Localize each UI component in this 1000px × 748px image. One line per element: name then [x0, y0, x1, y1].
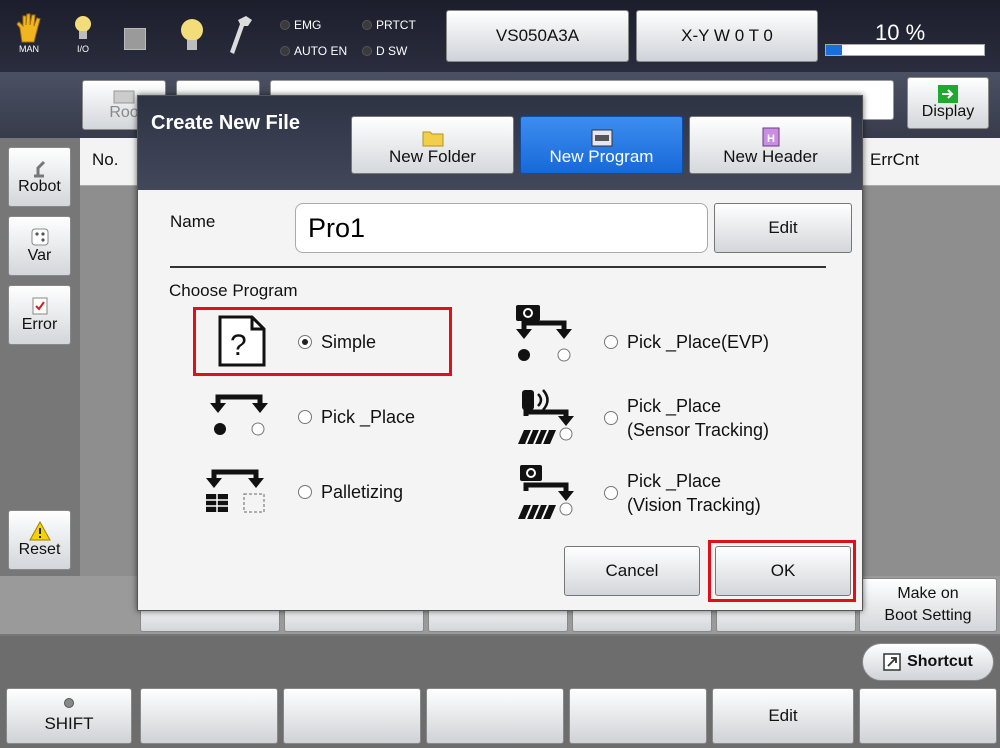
coordinate-button[interactable]: X-Y W 0 T 0	[636, 10, 818, 62]
name-edit-button[interactable]: Edit	[714, 203, 852, 253]
display-button[interactable]: Display	[907, 77, 989, 129]
highlight-simple	[193, 307, 452, 376]
status-bar: MAN I/O EMG PRTCT AUTO EN D SW VS050A3A …	[0, 0, 1000, 72]
dialog-header: Create New File New Folder New Program H…	[138, 96, 862, 190]
function-key-3[interactable]	[426, 688, 564, 744]
shortcut-button[interactable]: Shortcut	[862, 643, 994, 681]
ok-button[interactable]: OK	[715, 546, 851, 596]
column-errcnt[interactable]: ErrCnt	[870, 150, 919, 170]
tab-new-header[interactable]: H New Header	[689, 116, 852, 174]
lightbulb-icon	[75, 16, 91, 39]
option-pick-place-evp[interactable]: Pick _Place(EVP)	[604, 330, 769, 354]
dsw-indicator: D SW	[362, 44, 407, 58]
led-icon	[280, 46, 290, 56]
program-file-icon	[591, 129, 612, 147]
divider	[170, 266, 826, 268]
tab-new-program[interactable]: New Program	[520, 116, 683, 174]
column-no[interactable]: No.	[92, 150, 118, 170]
mode-label: MAN	[19, 44, 39, 54]
option-sensor-tracking[interactable]: Pick _Place (Sensor Tracking)	[604, 394, 769, 442]
create-new-file-dialog: Create New File New Folder New Program H…	[137, 95, 863, 611]
radio-pick-place-evp[interactable]	[604, 335, 618, 349]
robot-button[interactable]: Robot	[8, 147, 71, 207]
make-on-boot-setting-button[interactable]: Make on Boot Setting	[859, 578, 997, 632]
io-button[interactable]: I/O	[72, 14, 94, 54]
arrow-right-icon	[938, 85, 958, 103]
var-button[interactable]: Var	[8, 216, 71, 276]
function-key-1[interactable]	[140, 688, 278, 744]
function-key-2[interactable]	[283, 688, 421, 744]
manual-mode-indicator[interactable]: MAN	[14, 12, 44, 54]
prtct-indicator: PRTCT	[362, 18, 416, 32]
option-pick-place[interactable]: Pick _Place	[298, 405, 415, 429]
shortcut-arrow-icon	[883, 653, 901, 671]
sensor-tracking-label: Pick _Place (Sensor Tracking)	[627, 396, 770, 440]
dialog-title: Create New File	[151, 112, 300, 134]
folder-icon	[422, 131, 443, 147]
led-icon	[362, 20, 372, 30]
radio-pick-place[interactable]	[298, 410, 312, 424]
error-button[interactable]: Error	[8, 285, 71, 345]
pick-place-icon	[210, 394, 268, 436]
error-log-icon	[32, 297, 47, 315]
teach-pendant-screen: MAN I/O EMG PRTCT AUTO EN D SW VS050A3A …	[0, 0, 1000, 748]
shift-key[interactable]: SHIFT	[6, 688, 132, 744]
header-file-icon: H	[762, 127, 779, 147]
function-key-4[interactable]	[569, 688, 707, 744]
radio-palletizing[interactable]	[298, 485, 312, 499]
function-key-edit[interactable]: Edit	[712, 688, 854, 744]
option-vision-tracking[interactable]: Pick _Place (Vision Tracking)	[604, 469, 761, 517]
folder-icon	[113, 90, 135, 104]
option-palletizing[interactable]: Palletizing	[298, 480, 403, 504]
speed-bar[interactable]	[825, 44, 985, 56]
radio-vision-tracking[interactable]	[604, 486, 618, 500]
shift-led-icon	[64, 698, 74, 708]
hand-icon	[16, 13, 41, 43]
speed-bar-fill	[826, 45, 842, 55]
lightbulb-icon[interactable]	[178, 16, 206, 56]
dice-icon	[31, 228, 48, 246]
palletizing-icon	[206, 469, 265, 513]
pick-place-evp-icon	[516, 305, 572, 362]
robot-arm-icon	[33, 160, 45, 178]
svg-text:H: H	[767, 133, 775, 145]
led-icon	[362, 46, 372, 56]
auto-en-indicator: AUTO EN	[280, 44, 347, 58]
choose-program-label: Choose Program	[169, 281, 298, 300]
wrench-icon[interactable]	[228, 14, 256, 58]
io-label: I/O	[76, 44, 89, 54]
speed-percent[interactable]: 10 %	[875, 20, 925, 46]
radio-sensor-tracking[interactable]	[604, 411, 618, 425]
tab-new-folder[interactable]: New Folder	[351, 116, 514, 174]
emg-indicator: EMG	[280, 18, 321, 32]
name-label: Name	[170, 212, 216, 231]
cancel-button[interactable]: Cancel	[564, 546, 700, 596]
vision-tracking-label: Pick _Place (Vision Tracking)	[627, 471, 761, 515]
robot-name-button[interactable]: VS050A3A	[446, 10, 629, 62]
warning-icon	[28, 521, 51, 541]
reset-button[interactable]: Reset	[8, 510, 71, 570]
stop-square-icon[interactable]	[124, 28, 146, 50]
led-icon	[280, 20, 290, 30]
vision-tracking-icon	[518, 465, 574, 520]
name-input[interactable]: Pro1	[295, 203, 708, 253]
sensor-tracking-icon	[518, 389, 574, 445]
function-key-6[interactable]	[859, 688, 997, 744]
